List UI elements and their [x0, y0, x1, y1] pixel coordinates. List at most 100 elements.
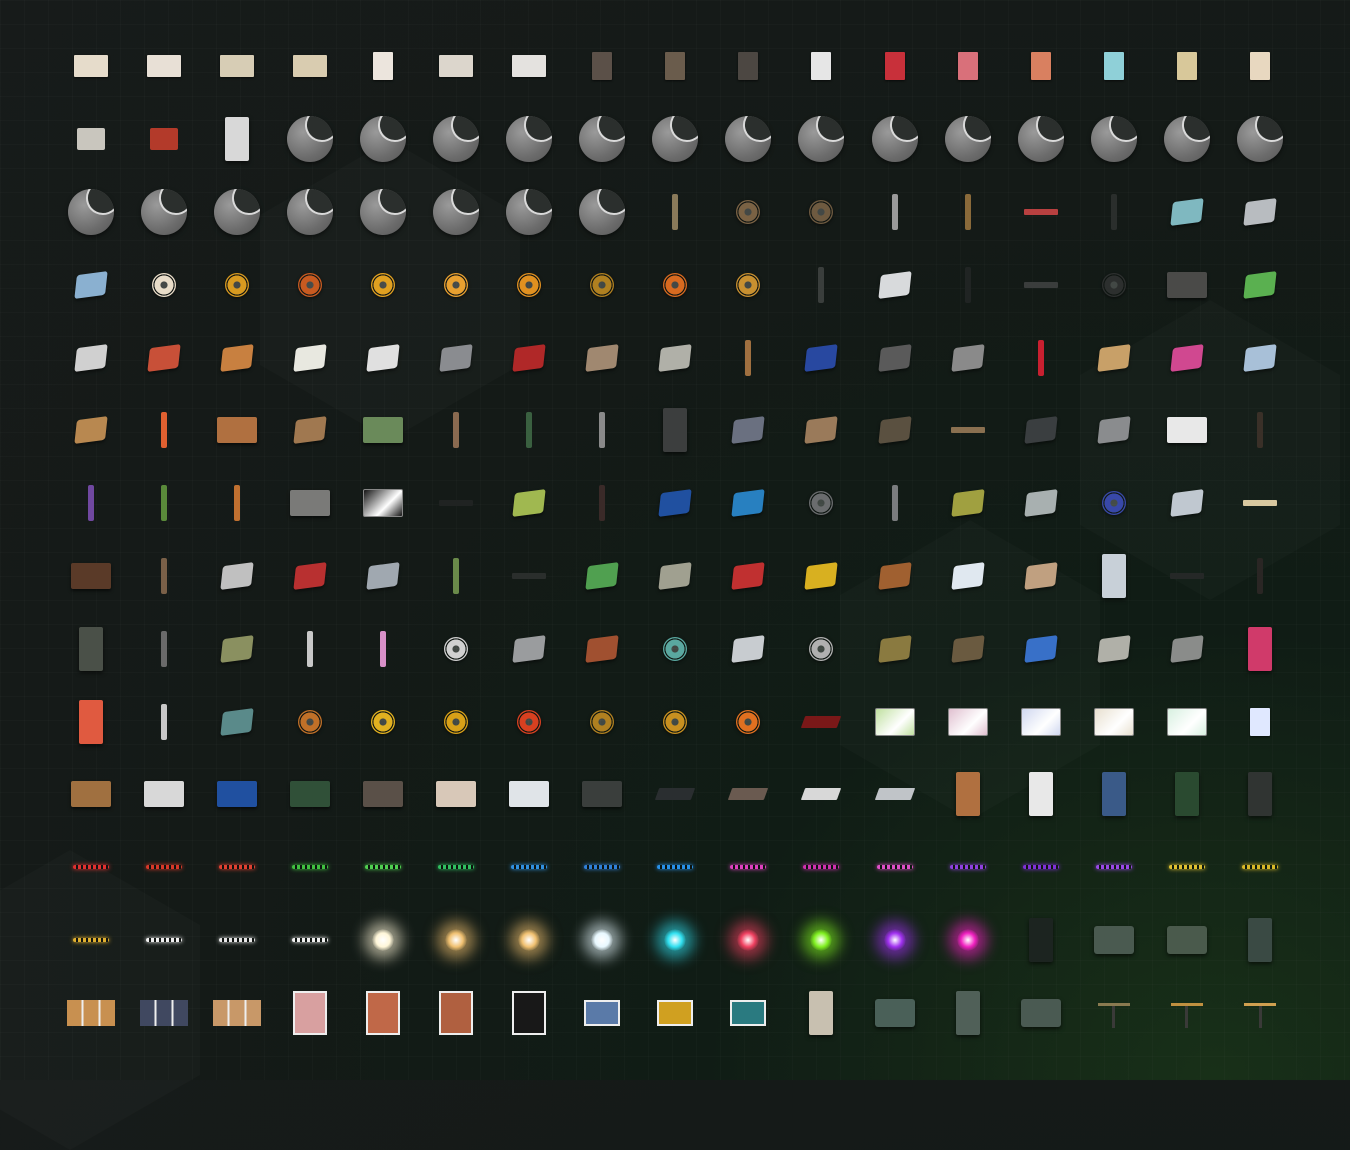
- grid-cell[interactable]: [931, 831, 1004, 904]
- grid-cell[interactable]: [1077, 103, 1150, 176]
- grid-cell[interactable]: [785, 685, 858, 758]
- grid-cell[interactable]: [1150, 321, 1223, 394]
- grid-cell[interactable]: [785, 467, 858, 540]
- grid-cell[interactable]: [419, 467, 492, 540]
- grid-cell[interactable]: [419, 321, 492, 394]
- grid-cell[interactable]: [273, 540, 346, 613]
- grid-cell[interactable]: [931, 176, 1004, 249]
- grid-cell[interactable]: [346, 394, 419, 467]
- grid-cell[interactable]: [712, 467, 785, 540]
- grid-cell[interactable]: [858, 540, 931, 613]
- grid-cell[interactable]: [1224, 248, 1297, 321]
- grid-cell[interactable]: [785, 394, 858, 467]
- grid-cell[interactable]: [639, 976, 712, 1049]
- grid-cell[interactable]: [785, 758, 858, 831]
- grid-cell[interactable]: [712, 831, 785, 904]
- grid-cell[interactable]: [200, 467, 273, 540]
- grid-cell[interactable]: [54, 758, 127, 831]
- grid-cell[interactable]: [346, 612, 419, 685]
- grid-cell[interactable]: [346, 904, 419, 977]
- grid-cell[interactable]: [858, 904, 931, 977]
- grid-cell[interactable]: [566, 394, 639, 467]
- grid-cell[interactable]: [1150, 248, 1223, 321]
- grid-cell[interactable]: [785, 976, 858, 1049]
- grid-cell[interactable]: [1004, 30, 1077, 103]
- grid-cell[interactable]: [127, 612, 200, 685]
- grid-cell[interactable]: [493, 176, 566, 249]
- grid-cell[interactable]: [858, 612, 931, 685]
- grid-cell[interactable]: [346, 30, 419, 103]
- grid-cell[interactable]: [639, 467, 712, 540]
- grid-cell[interactable]: [419, 248, 492, 321]
- grid-cell[interactable]: [273, 321, 346, 394]
- grid-cell[interactable]: [419, 758, 492, 831]
- grid-cell[interactable]: [931, 685, 1004, 758]
- grid-cell[interactable]: [127, 685, 200, 758]
- grid-cell[interactable]: [419, 394, 492, 467]
- grid-cell[interactable]: [931, 904, 1004, 977]
- grid-cell[interactable]: [419, 685, 492, 758]
- grid-cell[interactable]: [1004, 831, 1077, 904]
- grid-cell[interactable]: [931, 758, 1004, 831]
- grid-cell[interactable]: [346, 831, 419, 904]
- grid-cell[interactable]: [1150, 612, 1223, 685]
- grid-cell[interactable]: [712, 904, 785, 977]
- grid-cell[interactable]: [200, 904, 273, 977]
- grid-cell[interactable]: [54, 540, 127, 613]
- grid-cell[interactable]: [1077, 540, 1150, 613]
- grid-cell[interactable]: [1077, 30, 1150, 103]
- grid-cell[interactable]: [127, 394, 200, 467]
- grid-cell[interactable]: [1077, 758, 1150, 831]
- grid-cell[interactable]: [858, 248, 931, 321]
- grid-cell[interactable]: [712, 540, 785, 613]
- grid-cell[interactable]: [712, 612, 785, 685]
- grid-cell[interactable]: [1224, 831, 1297, 904]
- grid-cell[interactable]: [1077, 467, 1150, 540]
- grid-cell[interactable]: [639, 685, 712, 758]
- grid-cell[interactable]: [493, 103, 566, 176]
- grid-cell[interactable]: [712, 976, 785, 1049]
- grid-cell[interactable]: [712, 758, 785, 831]
- grid-cell[interactable]: [346, 758, 419, 831]
- grid-cell[interactable]: [493, 248, 566, 321]
- grid-cell[interactable]: [931, 103, 1004, 176]
- grid-cell[interactable]: [200, 540, 273, 613]
- grid-cell[interactable]: [127, 248, 200, 321]
- grid-cell[interactable]: [566, 904, 639, 977]
- grid-cell[interactable]: [54, 176, 127, 249]
- grid-cell[interactable]: [1004, 103, 1077, 176]
- grid-cell[interactable]: [785, 831, 858, 904]
- grid-cell[interactable]: [273, 976, 346, 1049]
- grid-cell[interactable]: [1004, 321, 1077, 394]
- grid-cell[interactable]: [200, 248, 273, 321]
- grid-cell[interactable]: [273, 685, 346, 758]
- grid-cell[interactable]: [200, 976, 273, 1049]
- grid-cell[interactable]: [493, 321, 566, 394]
- grid-cell[interactable]: [54, 976, 127, 1049]
- grid-cell[interactable]: [931, 30, 1004, 103]
- grid-cell[interactable]: [1077, 321, 1150, 394]
- grid-cell[interactable]: [1004, 248, 1077, 321]
- grid-cell[interactable]: [712, 30, 785, 103]
- grid-cell[interactable]: [127, 904, 200, 977]
- grid-cell[interactable]: [712, 103, 785, 176]
- grid-cell[interactable]: [858, 176, 931, 249]
- grid-cell[interactable]: [712, 685, 785, 758]
- grid-cell[interactable]: [785, 321, 858, 394]
- grid-cell[interactable]: [273, 176, 346, 249]
- grid-cell[interactable]: [127, 758, 200, 831]
- grid-cell[interactable]: [346, 103, 419, 176]
- grid-cell[interactable]: [200, 30, 273, 103]
- grid-cell[interactable]: [419, 904, 492, 977]
- grid-cell[interactable]: [493, 30, 566, 103]
- grid-cell[interactable]: [931, 321, 1004, 394]
- grid-cell[interactable]: [273, 831, 346, 904]
- grid-cell[interactable]: [1150, 467, 1223, 540]
- grid-cell[interactable]: [1004, 467, 1077, 540]
- grid-cell[interactable]: [127, 831, 200, 904]
- grid-cell[interactable]: [566, 612, 639, 685]
- grid-cell[interactable]: [200, 394, 273, 467]
- grid-cell[interactable]: [1150, 685, 1223, 758]
- grid-cell[interactable]: [1004, 758, 1077, 831]
- grid-cell[interactable]: [566, 831, 639, 904]
